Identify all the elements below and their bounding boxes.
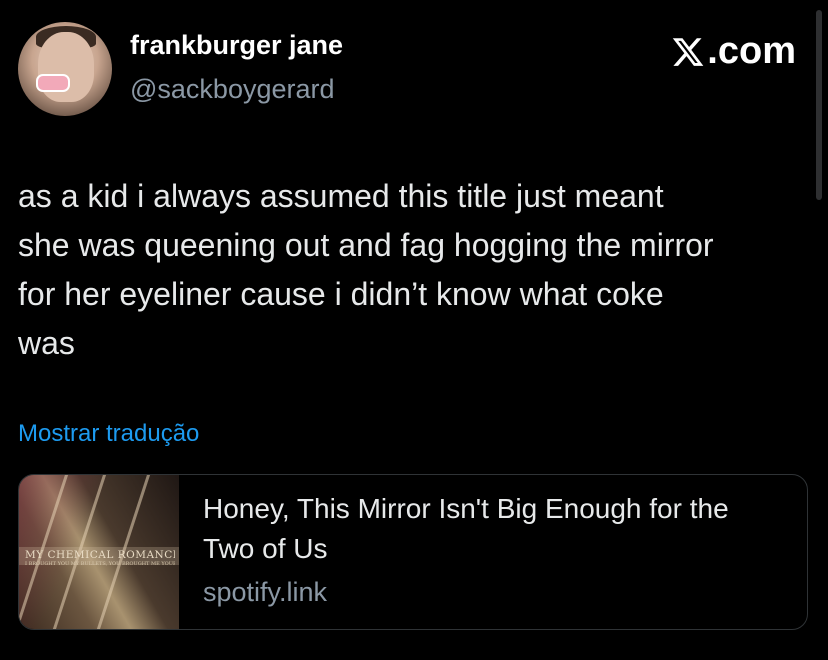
link-card[interactable]: MY CHEMICAL ROMANCE I BROUGHT YOU MY BUL…: [18, 474, 808, 630]
scrollbar[interactable]: [816, 10, 822, 200]
user-handle[interactable]: @sackboygerard: [130, 74, 335, 105]
source-badge: .com: [671, 30, 796, 73]
tweet-text: as a kid i always assumed this title jus…: [18, 178, 714, 361]
link-card-domain: spotify.link: [203, 577, 328, 607]
album-art-title: MY CHEMICAL ROMANCE: [25, 549, 175, 561]
avatar[interactable]: [18, 22, 112, 116]
link-card-body: Honey, This Mirror Isn't Big Enough for …: [179, 475, 807, 629]
display-name[interactable]: frankburger jane: [130, 30, 343, 61]
avatar-toy: [36, 74, 70, 92]
show-translation-link[interactable]: Mostrar tradução: [18, 420, 199, 448]
x-logo-icon: [673, 37, 704, 66]
link-card-title[interactable]: Honey, This Mirror Isn't Big Enough for …: [203, 489, 763, 569]
album-art-image: MY CHEMICAL ROMANCE I BROUGHT YOU MY BUL…: [19, 475, 179, 629]
source-label: .com: [707, 30, 796, 72]
album-art-subtitle: I BROUGHT YOU MY BULLETS, YOU BROUGHT ME…: [25, 561, 175, 567]
